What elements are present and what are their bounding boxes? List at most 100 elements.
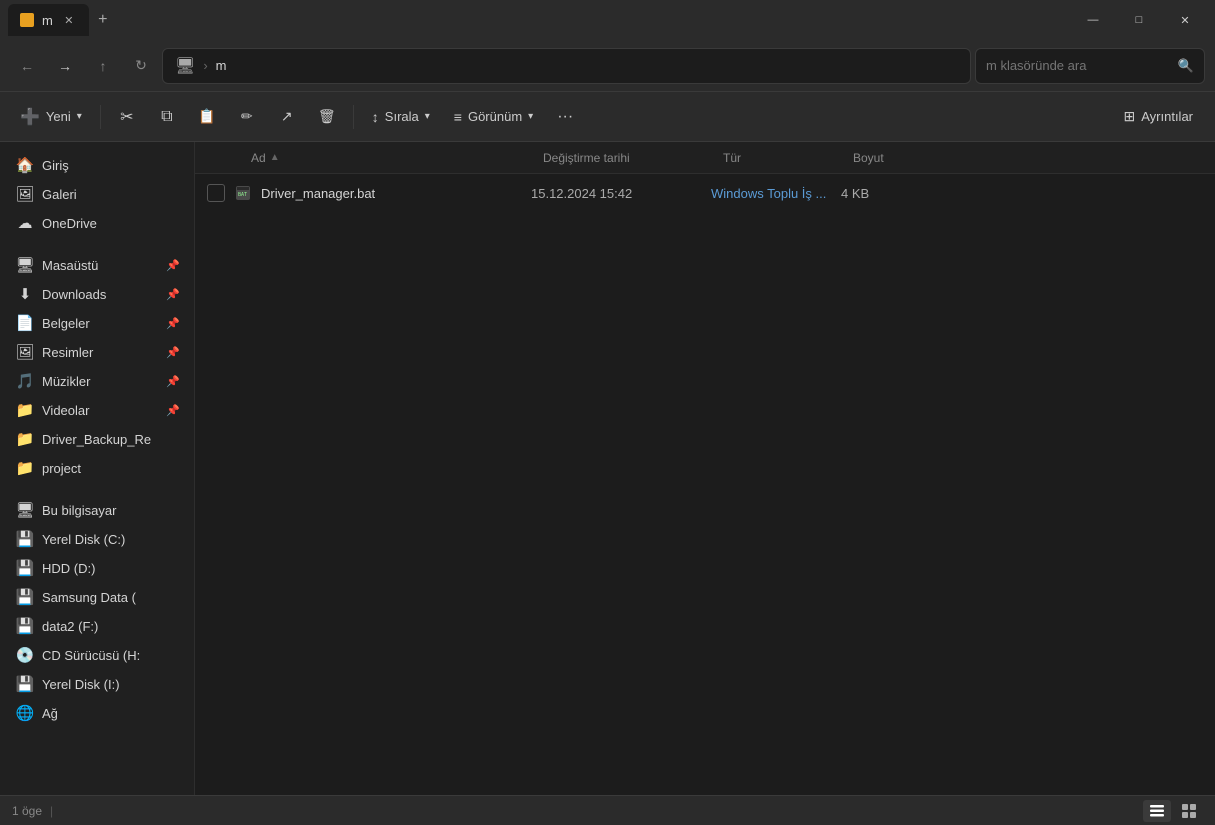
view-button[interactable]: ≡ Görünüm ▾ (444, 99, 543, 135)
tab-title: m (42, 13, 53, 28)
status-bar: 1 öge | (0, 795, 1215, 825)
disk-c-icon: 💾 (16, 530, 34, 548)
col-header-name[interactable]: Ad ▲ (223, 151, 543, 165)
sidebar-item-local-c[interactable]: 💾 Yerel Disk (C:) (4, 525, 190, 553)
view-icon: ≡ (454, 109, 462, 125)
sidebar-label-belgeler: Belgeler (42, 316, 90, 331)
window-controls: — □ ✕ (1071, 4, 1207, 36)
refresh-button[interactable]: ↻ (124, 49, 158, 83)
sidebar-item-onedrive[interactable]: ☁ OneDrive (4, 209, 190, 237)
new-label: Yeni (46, 109, 71, 124)
sidebar-label-hdd-d: HDD (D:) (42, 561, 95, 576)
folder-icon-driver: 📁 (16, 430, 34, 448)
separator-1 (100, 105, 101, 129)
paste-button[interactable]: 📋 (189, 99, 225, 135)
sidebar-label-local-i: Yerel Disk (I:) (42, 677, 120, 692)
more-button[interactable]: ··· (547, 99, 583, 135)
forward-button[interactable]: → (48, 49, 82, 83)
cut-button[interactable]: ✂ (109, 99, 145, 135)
pin-icon-downloads: 📌 (166, 288, 180, 301)
tab-folder-icon (20, 13, 34, 27)
search-icon: 🔍 (1178, 58, 1194, 74)
toolbar: ➕ Yeni ▾ ✂ ⧉ 📋 ✏ ↗ 🗑 ↕ Sırala ▾ ≡ Görünü… (0, 92, 1215, 142)
sidebar-item-giris[interactable]: 🏠 Giriş (4, 151, 190, 179)
details-button[interactable]: ⊞ Ayrıntılar (1111, 99, 1205, 135)
sidebar-label-muzikler: Müzikler (42, 374, 90, 389)
up-button[interactable]: ↑ (86, 49, 120, 83)
gallery-icon: 🖼 (16, 185, 34, 203)
home-icon: 🏠 (16, 156, 34, 174)
sidebar-label-project: project (42, 461, 81, 476)
sidebar-item-ag[interactable]: 🌐 Ağ (4, 699, 190, 727)
minimize-button[interactable]: — (1071, 4, 1115, 36)
file-area: Ad ▲ Değiştirme tarihi Tür Boyut BAT Dri… (195, 142, 1215, 795)
address-monitor-icon: 🖥 (175, 56, 195, 76)
search-input[interactable] (986, 58, 1170, 73)
pin-icon-muzikler: 📌 (166, 375, 180, 388)
back-button[interactable]: ← (10, 49, 44, 83)
active-tab[interactable]: m ✕ (8, 4, 89, 36)
sidebar-item-resimler[interactable]: 🖼 Resimler 📌 (4, 338, 190, 366)
close-button[interactable]: ✕ (1163, 4, 1207, 36)
search-bar[interactable]: 🔍 (975, 48, 1205, 84)
download-icon: ⬇ (16, 285, 34, 303)
list-view-button[interactable] (1143, 800, 1171, 822)
sidebar-item-cd[interactable]: 💿 CD Sürücüsü (H: (4, 641, 190, 669)
sidebar-item-samsung[interactable]: 💾 Samsung Data ( (4, 583, 190, 611)
sidebar-item-project[interactable]: 📁 project (4, 454, 190, 482)
col-header-date[interactable]: Değiştirme tarihi (543, 151, 723, 165)
copy-button[interactable]: ⧉ (149, 99, 185, 135)
share-button[interactable]: ↗ (269, 99, 305, 135)
sidebar-item-muzikler[interactable]: 🎵 Müzikler 📌 (4, 367, 190, 395)
new-button[interactable]: ➕ Yeni ▾ (10, 99, 92, 135)
sidebar-item-masaustu[interactable]: 🖥 Masaüstü 📌 (4, 251, 190, 279)
address-separator: › (203, 58, 207, 73)
maximize-button[interactable]: □ (1117, 4, 1161, 36)
sidebar-item-downloads[interactable]: ⬇ Downloads 📌 (4, 280, 190, 308)
videos-icon: 📁 (16, 401, 34, 419)
sidebar-item-videolar[interactable]: 📁 Videolar 📌 (4, 396, 190, 424)
sidebar-item-data2[interactable]: 💾 data2 (F:) (4, 612, 190, 640)
sidebar-item-hdd-d[interactable]: 💾 HDD (D:) (4, 554, 190, 582)
view-chevron-icon: ▾ (528, 111, 533, 122)
tab-close-button[interactable]: ✕ (61, 12, 77, 28)
network-icon: 🌐 (16, 704, 34, 722)
new-chevron-icon: ▾ (77, 111, 82, 122)
sidebar-label-this-pc: Bu bilgisayar (42, 503, 116, 518)
rename-button[interactable]: ✏ (229, 99, 265, 135)
status-separator: | (50, 804, 53, 818)
sort-button[interactable]: ↕ Sırala ▾ (362, 99, 440, 135)
pin-icon-masaustu: 📌 (166, 259, 180, 272)
sidebar-item-this-pc[interactable]: 🖥 Bu bilgisayar (4, 496, 190, 524)
tab-area: m ✕ + (8, 0, 1063, 40)
documents-icon: 📄 (16, 314, 34, 332)
sidebar-item-local-i[interactable]: 💾 Yerel Disk (I:) (4, 670, 190, 698)
grid-view-button[interactable] (1175, 800, 1203, 822)
view-controls (1143, 800, 1203, 822)
delete-button[interactable]: 🗑 (309, 99, 345, 135)
sidebar-item-galeri[interactable]: 🖼 Galeri (4, 180, 190, 208)
col-header-type[interactable]: Tür (723, 151, 853, 165)
table-row[interactable]: BAT Driver_manager.bat 15.12.2024 15:42 … (199, 175, 1211, 211)
address-bar[interactable]: 🖥 › m (162, 48, 971, 84)
sidebar-item-belgeler[interactable]: 📄 Belgeler 📌 (4, 309, 190, 337)
file-checkbox[interactable] (207, 184, 225, 202)
pin-icon-belgeler: 📌 (166, 317, 180, 330)
file-type: Windows Toplu İş ... (711, 186, 841, 201)
col-name-label: Ad (251, 151, 266, 165)
file-date: 15.12.2024 15:42 (531, 186, 711, 201)
item-count: 1 öge (12, 804, 42, 818)
title-bar: m ✕ + — □ ✕ (0, 0, 1215, 40)
separator-2 (353, 105, 354, 129)
new-icon: ➕ (20, 107, 40, 127)
sidebar-item-driver-backup[interactable]: 📁 Driver_Backup_Re (4, 425, 190, 453)
sidebar-label-giris: Giriş (42, 158, 69, 173)
cd-icon: 💿 (16, 646, 34, 664)
pin-icon-videolar: 📌 (166, 404, 180, 417)
sidebar-gap-1 (0, 238, 194, 250)
svg-text:BAT: BAT (238, 192, 247, 198)
new-tab-button[interactable]: + (89, 6, 117, 34)
sidebar-label-local-c: Yerel Disk (C:) (42, 532, 125, 547)
address-path: m (216, 58, 227, 73)
col-header-size[interactable]: Boyut (853, 151, 933, 165)
